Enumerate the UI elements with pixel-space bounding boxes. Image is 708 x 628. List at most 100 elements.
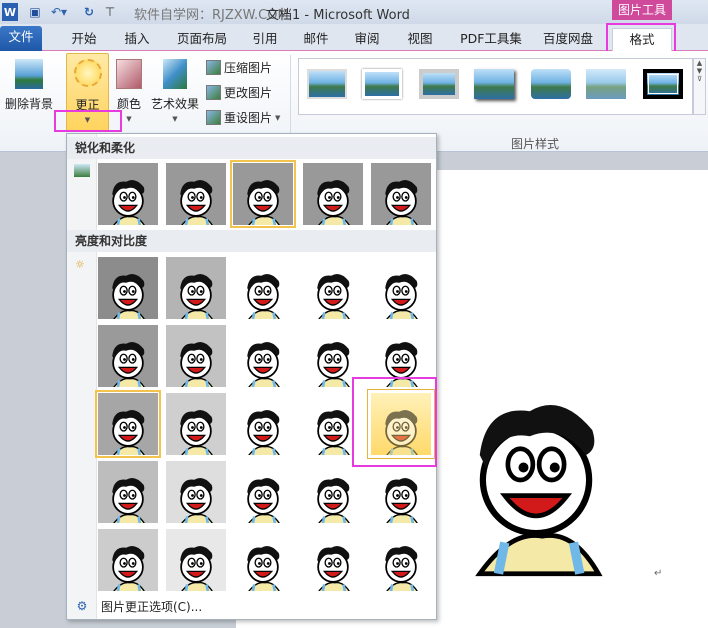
brightness-preset-r1-c3[interactable]: [233, 257, 293, 319]
cartoon-face-preview: [110, 272, 147, 319]
cartoon-face-preview: [178, 544, 215, 591]
redo-icon[interactable]: ↻: [82, 3, 96, 21]
cartoon-face-preview: [315, 178, 352, 225]
brightness-preset-r2-c1[interactable]: [98, 325, 158, 387]
picture-corrections-options-label: 图片更正选项(C)...: [101, 599, 203, 614]
brightness-preset-r2-c3[interactable]: [233, 325, 293, 387]
artistic-effects-button[interactable]: 艺术效果 ▼: [148, 53, 202, 123]
brightness-preset-r5-c4[interactable]: [303, 529, 363, 591]
tab-pdf-tools[interactable]: PDF工具集: [456, 28, 526, 51]
compress-pictures-button[interactable]: 压缩图片: [206, 59, 272, 76]
brightness-contrast-heading: 亮度和对比度: [67, 230, 436, 252]
brightness-preset-r4-c2[interactable]: [166, 461, 226, 523]
cartoon-face-preview: [245, 476, 282, 523]
brightness-preset-r2-c4[interactable]: [303, 325, 363, 387]
brightness-preset-r4-c1[interactable]: [98, 461, 158, 523]
tab-view[interactable]: 视图: [398, 28, 442, 51]
brightness-preset-r2-c5[interactable]: [371, 325, 431, 387]
tab-home[interactable]: 开始: [62, 28, 106, 51]
reset-picture-icon: [206, 110, 221, 125]
tab-references[interactable]: 引用: [245, 28, 285, 51]
cartoon-face-preview: [383, 340, 420, 387]
tab-insert[interactable]: 插入: [115, 28, 159, 51]
remove-background-label: 删除背景: [4, 97, 53, 111]
brightness-preset-r3-c3[interactable]: [233, 393, 293, 455]
document-picture[interactable]: [436, 360, 636, 600]
options-icon: ⚙: [76, 599, 88, 613]
tab-review[interactable]: 审阅: [345, 28, 389, 51]
sharpen-preset-2[interactable]: [166, 163, 226, 225]
cartoon-face-preview: [245, 340, 282, 387]
chevron-down-icon[interactable]: ▼: [67, 116, 108, 124]
word-logo-icon[interactable]: W: [2, 3, 18, 21]
picture-style-2[interactable]: [362, 69, 402, 99]
cartoon-face-preview: [178, 476, 215, 523]
picture-styles-gallery[interactable]: [298, 58, 693, 115]
picture-style-5[interactable]: [531, 69, 571, 99]
cartoon-face-preview: [110, 408, 147, 455]
brightness-icon: ☼: [75, 258, 85, 271]
chevron-down-icon[interactable]: ▼: [111, 115, 147, 123]
cartoon-face-preview: [315, 340, 352, 387]
picture-style-6[interactable]: [586, 69, 626, 99]
brightness-preset-r3-c2[interactable]: [166, 393, 226, 455]
brightness-preset-r4-c3[interactable]: [233, 461, 293, 523]
paragraph-mark: ↵: [654, 568, 663, 579]
tab-page-layout[interactable]: 页面布局: [170, 28, 234, 51]
picture-style-3[interactable]: [419, 69, 459, 99]
remove-background-button[interactable]: 删除背景: [2, 53, 56, 111]
brightness-preset-r2-c2[interactable]: [166, 325, 226, 387]
corrections-button[interactable]: 更正 ▼: [66, 53, 109, 131]
color-label: 颜色: [116, 97, 141, 111]
remove-background-icon: [15, 59, 43, 89]
customize-qat-icon[interactable]: ⊤: [104, 3, 116, 21]
tab-mailings[interactable]: 邮件: [296, 28, 336, 51]
brightness-preset-r3-c1[interactable]: [95, 390, 161, 458]
sharpen-preset-1[interactable]: [98, 163, 158, 225]
cartoon-face-preview: [110, 476, 147, 523]
tab-file[interactable]: 文件: [0, 26, 42, 51]
brightness-preset-r5-c1[interactable]: [98, 529, 158, 591]
brightness-preset-r1-c1[interactable]: [98, 257, 158, 319]
undo-icon[interactable]: ↶▾: [50, 3, 68, 21]
sharpen-preset-5[interactable]: [371, 163, 431, 225]
save-icon[interactable]: ▣: [28, 3, 42, 21]
sharpen-soften-heading: 锐化和柔化: [67, 137, 436, 159]
brightness-preset-r5-c2[interactable]: [166, 529, 226, 591]
brightness-preset-r1-c2[interactable]: [166, 257, 226, 319]
brightness-preset-r1-c4[interactable]: [303, 257, 363, 319]
brightness-preset-r1-c5[interactable]: [371, 257, 431, 319]
corrections-dropdown: 锐化和柔化 亮度和对比度 ☼ ⚙ 图片更正选项(C)...: [66, 133, 437, 620]
tab-format[interactable]: 格式: [612, 28, 672, 51]
cartoon-face-preview: [178, 178, 215, 225]
reset-picture-button[interactable]: 重设图片 ▼: [206, 109, 280, 126]
brightness-preset-r5-c5[interactable]: [371, 529, 431, 591]
change-picture-button[interactable]: 更改图片: [206, 84, 272, 101]
cartoon-face-preview: [245, 408, 282, 455]
cartoon-face-preview: [383, 178, 420, 225]
color-button[interactable]: 颜色 ▼: [111, 53, 147, 123]
sharpen-icon: [74, 164, 90, 177]
brightness-preset-r4-c4[interactable]: [303, 461, 363, 523]
brightness-preset-r5-c3[interactable]: [233, 529, 293, 591]
cartoon-face-preview: [245, 272, 282, 319]
brightness-preset-r3-c5[interactable]: [367, 389, 435, 459]
picture-style-4[interactable]: [474, 69, 514, 99]
compress-icon: [206, 60, 221, 75]
tab-baidu-netdisk[interactable]: 百度网盘: [536, 28, 600, 51]
sharpen-preset-4[interactable]: [303, 163, 363, 225]
gallery-scroll[interactable]: ▲ ▼ ⊽: [693, 58, 706, 115]
picture-style-1[interactable]: [307, 69, 347, 99]
brightness-preset-r3-c4[interactable]: [303, 393, 363, 455]
picture-styles-group-label: 图片样式: [510, 137, 559, 151]
brightness-preset-r4-c5[interactable]: [371, 461, 431, 523]
sharpen-preset-3[interactable]: [230, 160, 296, 228]
chevron-down-icon[interactable]: ▼: [148, 115, 202, 123]
picture-corrections-options[interactable]: ⚙ 图片更正选项(C)...: [67, 594, 436, 618]
cartoon-face-preview: [383, 272, 420, 319]
title-bar: W ▣ ↶▾ ↻ ⊤ 软件自学网：RJZXW.COM 文档1 - Microso…: [0, 0, 708, 24]
cartoon-face-preview: [383, 408, 420, 455]
picture-style-7[interactable]: [643, 69, 683, 99]
window-title: 文档1 - Microsoft Word: [266, 8, 410, 23]
picture-tools-label: 图片工具: [612, 0, 672, 20]
